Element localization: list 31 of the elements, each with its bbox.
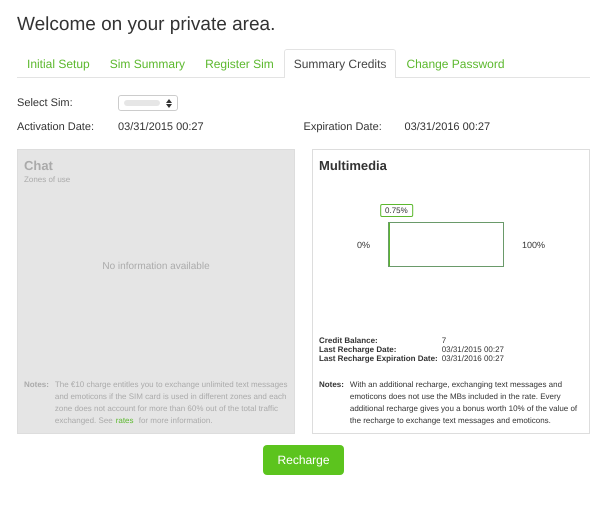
detail-value: 03/31/2016 00:27 [442, 354, 505, 363]
panel-subtitle: Zones of use [24, 175, 72, 184]
tab[interactable]: Summary Credits [284, 49, 396, 78]
detail-label: Last Recharge Expiration Date: [319, 354, 438, 363]
notes-text: The €10 charge entitles you to exchange unlimited text messages and emoticons if the SIM card is used in different zones and each zone does not account for more than 60% out of the total traffic exchanged. See rates for more information. [54, 379, 288, 427]
detail-label: Credit Balance: [319, 336, 379, 345]
tab[interactable]: Change Password [396, 49, 514, 78]
panel-title: Multimedia [319, 158, 388, 173]
empty-message: No information available [102, 261, 210, 272]
notes-label: Notes: [24, 379, 49, 391]
notes-text: With an additional recharge, exchanging text messages and emoticons does not use the MBs included in the rate. Every additional recharge gives you a bonus worth 10% of the value of the recharge to exchange text messages and emoticons. [350, 379, 578, 427]
notes-label: Notes: [319, 379, 344, 391]
date-value: 03/31/2016 00:27 [404, 121, 490, 133]
select-sim-label: Select Sim: [17, 97, 74, 109]
detail-value: 03/31/2015 00:27 [442, 345, 505, 354]
tab[interactable]: Sim Summary [100, 49, 196, 78]
tab[interactable]: Register Sim [195, 49, 284, 78]
date-value: 03/31/2015 00:27 [118, 121, 204, 133]
gauge-min-label: 0% [356, 240, 370, 250]
panel-title: Chat [24, 158, 54, 173]
sim-dropdown[interactable] [118, 95, 178, 111]
tab[interactable]: Initial Setup [17, 49, 100, 78]
sort-arrows-icon [166, 98, 172, 108]
detail-value: 7 [442, 336, 448, 345]
recharge-button[interactable]: Recharge [263, 445, 344, 475]
gauge-max-label: 100% [522, 240, 546, 250]
gauge-value-tooltip: 0.75% [380, 204, 413, 217]
date-label: Activation Date: [17, 121, 96, 133]
page-title: Welcome on your private area. [17, 14, 276, 36]
date-label: Expiration Date: [304, 121, 383, 133]
detail-label: Last Recharge Date: [319, 345, 398, 354]
